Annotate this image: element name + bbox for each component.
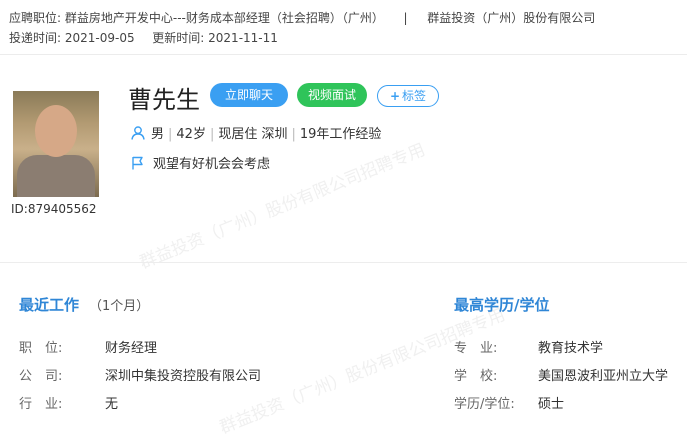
application-header: 应聘职位: 群益房地产开发中心---财务成本部经理（社会招聘）（广州） | 群益…	[0, 0, 687, 55]
update-date: 2021-11-11	[208, 31, 278, 45]
recent-work-row-position: 职 位: 财务经理	[19, 341, 158, 356]
recent-work-row-industry: 行 业: 无	[19, 397, 119, 412]
position-label: 应聘职位:	[9, 11, 62, 25]
residence: 现居住 深圳	[218, 127, 288, 142]
education-row-major: 专 业: 教育技术学	[454, 341, 604, 356]
candidate-basic-info: 男 | 42岁 | 现居住 深圳 | 19年工作经验	[131, 123, 381, 142]
education-title: 最高学历/学位	[454, 296, 550, 314]
candidate-name: 曹先生	[128, 86, 200, 114]
company-name: 群益投资（广州）股份有限公司	[427, 11, 596, 25]
application-position-line: 应聘职位: 群益房地产开发中心---财务成本部经理（社会招聘）（广州） | 群益…	[9, 9, 595, 26]
age: 42岁	[176, 127, 206, 142]
add-tag-button[interactable]: + 标签	[377, 85, 439, 107]
recent-work-duration: （1个月）	[89, 299, 150, 314]
header-separator: |	[403, 11, 408, 25]
video-interview-button[interactable]: 视频面试	[297, 83, 367, 107]
education-row-school: 学 校: 美国恩波利亚州立大学	[454, 369, 669, 384]
section-divider	[0, 262, 687, 263]
recent-work-title: 最近工作 （1个月）	[19, 296, 150, 314]
candidate-photo	[13, 91, 99, 197]
tag-button-label: 标签	[402, 89, 427, 103]
position-value: 群益房地产开发中心---财务成本部经理（社会招聘）（广州）	[64, 11, 384, 25]
job-status-text: 观望有好机会会考虑	[153, 157, 271, 172]
plus-icon: +	[389, 89, 401, 103]
submit-label: 投递时间:	[9, 31, 62, 45]
person-icon	[131, 126, 145, 140]
job-status: 观望有好机会会考虑	[131, 153, 270, 172]
work-experience: 19年工作经验	[299, 127, 382, 142]
candidate-id: ID:879405562	[11, 202, 97, 216]
submit-date: 2021-09-05	[64, 31, 135, 45]
chat-now-button[interactable]: 立即聊天	[210, 83, 288, 107]
application-dates-line: 投递时间: 2021-09-05 更新时间: 2021-11-11	[9, 29, 278, 46]
gender: 男	[151, 127, 165, 142]
flag-icon	[131, 156, 145, 170]
recent-work-row-company: 公 司: 深圳中集投资控股有限公司	[19, 369, 262, 384]
education-row-degree: 学历/学位: 硕士	[454, 397, 565, 412]
update-label: 更新时间:	[152, 31, 205, 45]
